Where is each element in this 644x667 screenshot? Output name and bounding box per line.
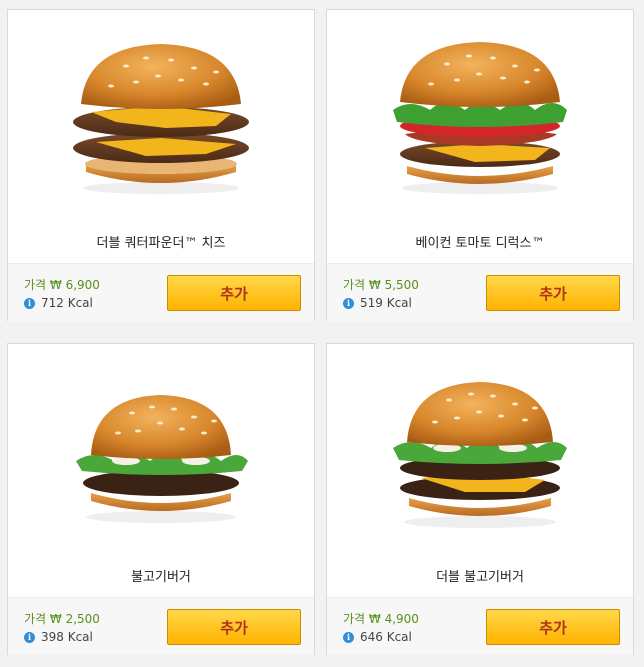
- calories-value: 398 Kcal: [41, 630, 93, 644]
- info-icon: i: [24, 297, 35, 309]
- product-image: [327, 344, 633, 556]
- product-name: 더블 불고기버거: [436, 570, 524, 585]
- product-footer: 가격 ₩ 6,900 i 712 Kcal 추가: [8, 263, 314, 321]
- product-card: 베이컨 토마토 디럭스™ 가격 ₩ 5,500 i 519 Kcal 추가: [326, 9, 634, 321]
- product-calories: i 712 Kcal: [24, 296, 93, 310]
- info-icon: i: [343, 297, 354, 309]
- product-footer: 가격 ₩ 4,900 i 646 Kcal 추가: [327, 597, 633, 655]
- info-icon: i: [343, 631, 354, 643]
- product-calories: i 398 Kcal: [24, 630, 93, 644]
- calories-value: 519 Kcal: [360, 296, 412, 310]
- product-name: 불고기버거: [131, 570, 191, 585]
- product-name: 더블 쿼터파운더™ 치즈: [96, 236, 226, 251]
- product-calories: i 646 Kcal: [343, 630, 412, 644]
- product-grid: 더블 쿼터파운더™ 치즈 가격 ₩ 6,900 i 712 Kcal 추가 베이…: [0, 0, 644, 667]
- product-footer: 가격 ₩ 5,500 i 519 Kcal 추가: [327, 263, 633, 321]
- product-image: [327, 10, 633, 222]
- product-card: 더블 쿼터파운더™ 치즈 가격 ₩ 6,900 i 712 Kcal 추가: [7, 9, 315, 321]
- product-price: 가격 ₩ 2,500: [24, 612, 100, 626]
- calories-value: 646 Kcal: [360, 630, 412, 644]
- add-button[interactable]: 추가: [486, 275, 620, 311]
- product-image: [8, 344, 314, 556]
- product-card: 더블 불고기버거 가격 ₩ 4,900 i 646 Kcal 추가: [326, 343, 634, 655]
- calories-value: 712 Kcal: [41, 296, 93, 310]
- add-button[interactable]: 추가: [486, 609, 620, 645]
- product-calories: i 519 Kcal: [343, 296, 412, 310]
- product-footer: 가격 ₩ 2,500 i 398 Kcal 추가: [8, 597, 314, 655]
- product-image: [8, 10, 314, 222]
- product-price: 가격 ₩ 5,500: [343, 278, 419, 292]
- info-icon: i: [24, 631, 35, 643]
- add-button[interactable]: 추가: [167, 609, 301, 645]
- product-card: 불고기버거 가격 ₩ 2,500 i 398 Kcal 추가: [7, 343, 315, 655]
- add-button[interactable]: 추가: [167, 275, 301, 311]
- product-price: 가격 ₩ 6,900: [24, 278, 100, 292]
- product-name: 베이컨 토마토 디럭스™: [415, 236, 545, 251]
- product-price: 가격 ₩ 4,900: [343, 612, 419, 626]
